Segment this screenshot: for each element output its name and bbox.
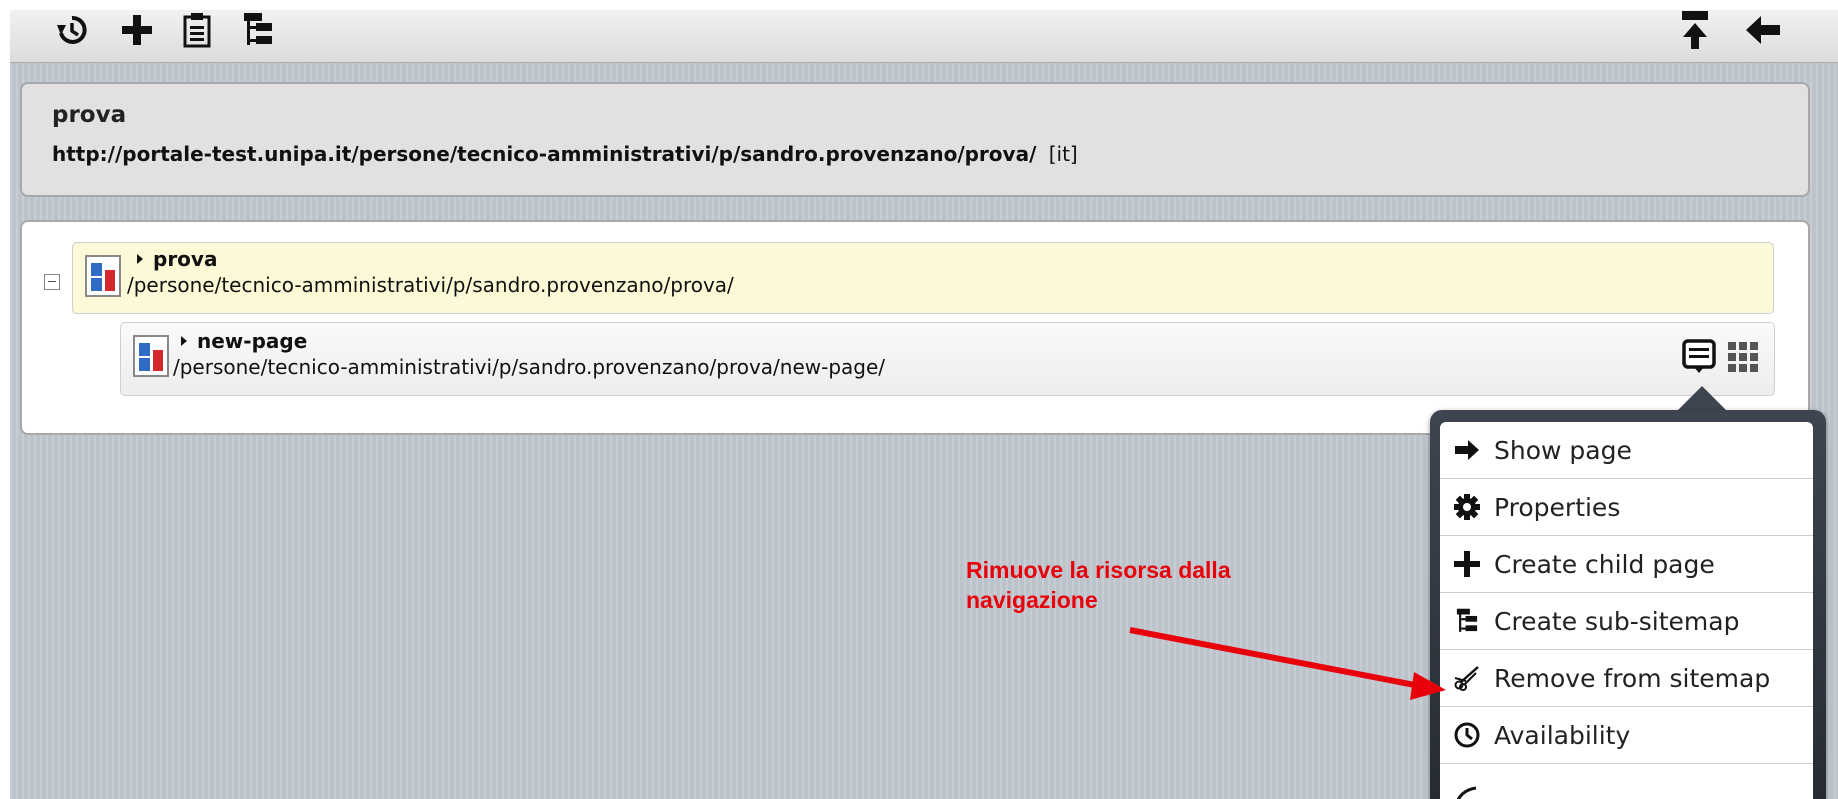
page-language: [it] [1048,142,1078,166]
menu-item-create-sub-sitemap[interactable]: Create sub-sitemap [1440,593,1813,650]
node-path: /persone/tecnico-amministrativi/p/sandro… [127,273,734,297]
context-menu: Show page Properties Create child page C… [1430,410,1826,799]
menu-item-remove-from-sitemap[interactable]: Remove from sitemap [1440,650,1813,707]
page-title: prova [52,102,127,128]
grid-icon[interactable] [1725,339,1761,375]
menu-item-properties[interactable]: Properties [1440,479,1813,536]
add-icon[interactable] [117,10,157,50]
sitemap-tree: prova /persone/tecnico-amministrativi/p/… [20,220,1810,435]
clock-icon [1454,722,1480,748]
sitemap-icon [1454,608,1480,634]
menu-item-create-child-page[interactable]: Create child page [1440,536,1813,593]
menu-item-partial[interactable] [1440,764,1813,799]
page-info-panel: prova http://portale-test.unipa.it/perso… [20,82,1810,197]
sitemap-icon[interactable] [238,10,278,50]
menu-pointer [1676,386,1728,412]
history-icon[interactable] [52,10,92,50]
tree-node-new-page[interactable]: new-page /persone/tecnico-amministrativi… [120,322,1775,396]
page-icon [85,255,121,297]
gear-icon [1454,494,1480,520]
arrow-right-icon [1454,437,1480,463]
page-url: http://portale-test.unipa.it/persone/tec… [52,142,1078,166]
page-url-link[interactable]: http://portale-test.unipa.it/persone/tec… [52,142,1036,166]
back-arrow-icon[interactable] [1743,10,1783,50]
page-menu-icon[interactable] [1681,339,1717,375]
page-icon [133,335,169,377]
collapse-toggle[interactable] [44,274,60,290]
menu-item-availability[interactable]: Availability [1440,707,1813,764]
scissors-icon [1454,665,1480,691]
node-name: prova [137,247,217,271]
menu-item-show-page[interactable]: Show page [1440,422,1813,479]
partial-icon [1454,780,1480,799]
plus-icon [1454,551,1480,577]
node-name: new-page [181,329,307,353]
sitemap-editor: prova http://portale-test.unipa.it/perso… [10,10,1838,799]
toolbar [10,10,1838,63]
node-path: /persone/tecnico-amministrativi/p/sandro… [173,355,886,379]
annotation-note: Rimuove la risorsa dalla navigazione [966,557,1231,613]
move-up-icon[interactable] [1675,10,1715,50]
tree-node-prova[interactable]: prova /persone/tecnico-amministrativi/p/… [72,242,1774,314]
clipboard-icon[interactable] [177,10,217,50]
